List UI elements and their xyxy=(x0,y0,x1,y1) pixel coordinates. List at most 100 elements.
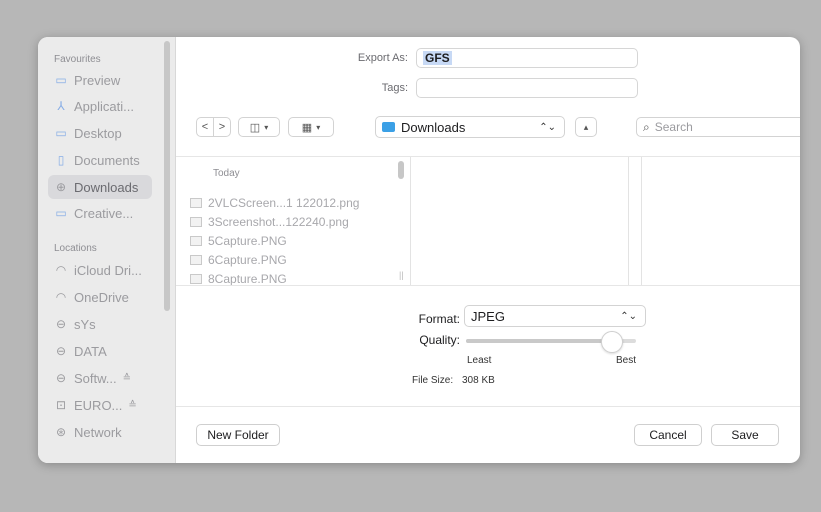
quality-label: Quality: xyxy=(419,333,460,347)
tags-label: Tags: xyxy=(381,82,408,94)
sidebar-item-preview[interactable]: ▭ Preview xyxy=(48,68,152,92)
back-button[interactable]: < xyxy=(196,117,214,137)
column-divider[interactable] xyxy=(410,157,411,285)
drive-icon: ⊖ xyxy=(55,344,67,358)
sidebar-item-onedrive[interactable]: ◠ OneDrive xyxy=(48,285,152,309)
sidebar-item-label: Desktop xyxy=(74,125,122,141)
network-icon: ⊛ xyxy=(55,425,67,439)
sidebar-item-applications[interactable]: ⅄ Applicati... xyxy=(48,94,152,118)
column-divider[interactable] xyxy=(641,157,642,285)
locations-header: Locations xyxy=(54,243,97,254)
file-icon xyxy=(190,255,202,265)
export-as-label: Export As: xyxy=(357,52,408,64)
chevron-down-icon: ▾ xyxy=(264,122,269,132)
chevron-down-icon: ▾ xyxy=(316,122,321,132)
folder-icon xyxy=(382,122,395,132)
file-size-label: File Size: xyxy=(412,375,454,386)
sidebar-item-software[interactable]: ⊖ Softw... ≙ xyxy=(48,366,152,390)
cloud-icon: ◠ xyxy=(55,263,67,277)
file-name: 2VLCScreen...1 122012.png xyxy=(208,196,360,210)
sidebar-item-label: Creative... xyxy=(74,205,134,221)
export-dialog: Favourites ▭ Preview ⅄ Applicati... ▭ De… xyxy=(38,37,800,463)
collapse-button[interactable]: ▴ xyxy=(575,117,597,137)
main-panel: Export As: GFS Tags: < > ◫ ▾ ▦ ▾ Downloa… xyxy=(176,37,800,463)
sidebar-item-label: Documents xyxy=(74,152,140,168)
folder-icon: ▭ xyxy=(55,73,67,87)
eject-icon[interactable]: ≙ xyxy=(128,400,136,411)
sidebar-item-icloud[interactable]: ◠ iCloud Dri... xyxy=(48,258,152,282)
sidebar-item-label: Softw... xyxy=(74,370,117,386)
column-header-today: Today xyxy=(213,168,240,179)
quality-slider-knob[interactable] xyxy=(600,331,623,353)
sidebar-item-label: DATA xyxy=(74,343,107,359)
up-down-icon: ⌃⌄ xyxy=(539,121,556,133)
file-icon xyxy=(190,198,202,208)
column-scrollbar[interactable] xyxy=(398,161,404,179)
cancel-button[interactable]: Cancel xyxy=(634,424,702,446)
file-name: 8Capture.PNG xyxy=(208,272,287,286)
eject-icon[interactable]: ≙ xyxy=(123,373,131,384)
file-name: 3Screenshot...122240.png xyxy=(208,215,349,229)
chevron-right-icon: > xyxy=(218,121,226,133)
cloud-icon: ◠ xyxy=(55,290,67,304)
download-icon: ⊕ xyxy=(55,180,67,194)
columns-icon: ◫ xyxy=(249,121,261,134)
quality-max-label: Best xyxy=(616,355,637,366)
sidebar-item-creative[interactable]: ▭ Creative... xyxy=(48,201,152,225)
sidebar-item-euro[interactable]: ⊡ EURO... ≙ xyxy=(48,393,152,417)
export-as-field[interactable]: GFS xyxy=(416,48,638,68)
sidebar-item-data[interactable]: ⊖ DATA xyxy=(48,339,152,363)
file-icon xyxy=(190,217,202,227)
new-folder-button[interactable]: New Folder xyxy=(196,424,280,446)
desktop-icon: ▭ xyxy=(55,126,67,140)
sidebar-item-label: OneDrive xyxy=(74,289,129,305)
sidebar-item-label: Network xyxy=(74,424,122,440)
search-input[interactable]: ⌕ Search xyxy=(636,117,800,137)
disk-image-icon: ⊡ xyxy=(55,398,67,412)
file-name: 6Capture.PNG xyxy=(208,253,287,267)
sidebar-scrollbar[interactable] xyxy=(164,41,170,311)
quality-min-label: Least xyxy=(467,355,492,366)
sidebar-item-documents[interactable]: ▯ Documents xyxy=(48,148,152,172)
save-button[interactable]: Save xyxy=(711,424,779,446)
resize-handle-icon[interactable]: || xyxy=(399,270,404,280)
grid-icon: ▦ xyxy=(301,121,313,134)
chevron-left-icon: < xyxy=(201,121,209,133)
group-button[interactable]: ▦ ▾ xyxy=(288,117,334,137)
applications-icon: ⅄ xyxy=(57,99,65,113)
footer-divider xyxy=(176,406,800,407)
favourites-header: Favourites xyxy=(54,54,101,65)
sidebar-item-label: Applicati... xyxy=(74,98,134,114)
file-row[interactable]: 5Capture.PNG xyxy=(190,232,287,250)
file-size-value: 308 KB xyxy=(462,375,495,386)
file-row[interactable]: 8Capture.PNG xyxy=(190,270,287,286)
file-row[interactable]: 3Screenshot...122240.png xyxy=(190,213,349,231)
file-row[interactable]: 6Capture.PNG xyxy=(190,251,287,269)
forward-button[interactable]: > xyxy=(213,117,231,137)
up-down-icon: ⌃⌄ xyxy=(620,310,637,322)
drive-icon: ⊖ xyxy=(55,371,67,385)
format-popup[interactable]: JPEG ⌃⌄ xyxy=(464,305,646,327)
sidebar: Favourites ▭ Preview ⅄ Applicati... ▭ De… xyxy=(38,37,176,463)
folder-icon: ▭ xyxy=(55,206,67,220)
location-popup[interactable]: Downloads ⌃⌄ xyxy=(375,116,565,138)
file-browser: Today || 2VLCScreen...1 122012.png 3Scre… xyxy=(176,156,800,286)
drive-icon: ⊖ xyxy=(55,317,67,331)
file-name: 5Capture.PNG xyxy=(208,234,287,248)
export-as-value: GFS xyxy=(423,51,452,65)
tags-field[interactable] xyxy=(416,78,638,98)
sidebar-item-label: iCloud Dri... xyxy=(74,262,142,278)
sidebar-item-network[interactable]: ⊛ Network xyxy=(48,420,152,444)
sidebar-item-sys[interactable]: ⊖ sYs xyxy=(48,312,152,336)
view-columns-button[interactable]: ◫ ▾ xyxy=(238,117,280,137)
file-row[interactable]: 2VLCScreen...1 122012.png xyxy=(190,194,359,212)
column-divider[interactable] xyxy=(628,157,629,285)
location-label: Downloads xyxy=(401,119,466,135)
search-placeholder: Search xyxy=(654,120,693,134)
sidebar-item-downloads[interactable]: ⊕ Downloads xyxy=(48,175,152,199)
sidebar-item-desktop[interactable]: ▭ Desktop xyxy=(48,121,152,145)
sidebar-item-label: sYs xyxy=(74,316,96,332)
file-icon xyxy=(190,236,202,246)
document-icon: ▯ xyxy=(57,153,65,167)
format-label: Format: xyxy=(418,312,460,326)
